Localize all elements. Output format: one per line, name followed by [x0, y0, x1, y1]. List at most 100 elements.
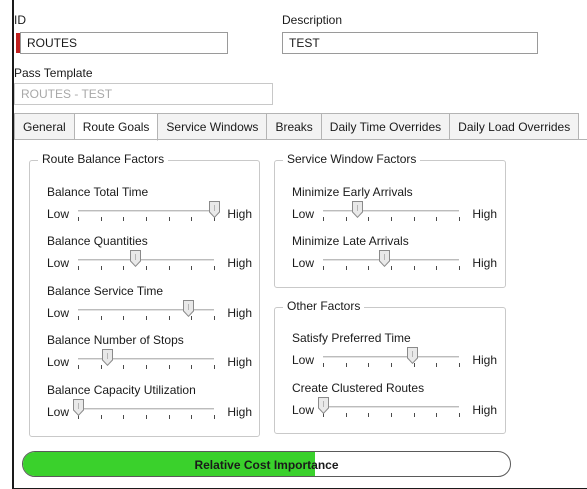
slider-tick: [123, 266, 124, 270]
slider-balance-service-time[interactable]: Balance Service Time Low High: [47, 284, 252, 326]
slider-low-label: Low: [47, 355, 70, 369]
slider-tick: [391, 266, 392, 270]
slider-track[interactable]: [78, 210, 214, 212]
tab-service-windows[interactable]: Service Windows: [158, 113, 268, 140]
slider-tick: [368, 363, 369, 367]
slider-balance-total-time[interactable]: Balance Total Time Low High: [47, 185, 252, 227]
slider-tick: [101, 217, 102, 221]
slider-minimize-early-arrivals[interactable]: Minimize Early Arrivals Low High: [292, 185, 497, 227]
slider-tick: [191, 266, 192, 270]
slider-thumb[interactable]: [378, 250, 390, 267]
pass-template-field[interactable]: ROUTES - TEST: [14, 83, 273, 105]
slider-tick: [123, 365, 124, 369]
slider-tick: [391, 363, 392, 367]
slider-tick: [101, 316, 102, 320]
relative-cost-label: Relative Cost Importance: [194, 458, 339, 472]
slider-tick: [436, 413, 437, 417]
relative-cost-bar[interactable]: Relative Cost Importance: [22, 451, 511, 477]
tab-bar: General Route Goals Service Windows Brea…: [14, 113, 580, 141]
slider-low-label: Low: [292, 207, 315, 221]
slider-tick: [459, 217, 460, 221]
slider-tick: [191, 415, 192, 419]
slider-label: Minimize Early Arrivals: [292, 185, 413, 199]
slider-balance-quantities[interactable]: Balance Quantities Low High: [47, 234, 252, 276]
slider-low-label: Low: [292, 403, 315, 417]
slider-tick: [146, 266, 147, 270]
slider-tick: [214, 316, 215, 320]
slider-high-label: High: [472, 353, 497, 367]
slider-tick: [459, 413, 460, 417]
slider-tick: [146, 415, 147, 419]
route-balance-title: Route Balance Factors: [38, 152, 169, 166]
slider-tick: [78, 316, 79, 320]
slider-tick: [368, 413, 369, 417]
slider-tick: [146, 316, 147, 320]
slider-thumb[interactable]: [407, 347, 419, 364]
pass-template-label: Pass Template: [14, 66, 93, 80]
slider-thumb[interactable]: [72, 399, 84, 416]
slider-tick: [101, 415, 102, 419]
slider-track[interactable]: [323, 259, 459, 261]
tab-general[interactable]: General: [14, 113, 75, 140]
slider-tick: [169, 365, 170, 369]
slider-thumb[interactable]: [351, 201, 363, 218]
slider-track[interactable]: [78, 259, 214, 261]
service-window-title: Service Window Factors: [283, 152, 421, 166]
slider-tick: [123, 415, 124, 419]
slider-tick: [391, 413, 392, 417]
slider-minimize-late-arrivals[interactable]: Minimize Late Arrivals Low High: [292, 234, 497, 276]
slider-low-label: Low: [47, 256, 70, 270]
slider-tick: [368, 266, 369, 270]
slider-tick: [459, 266, 460, 270]
slider-tick: [368, 217, 369, 221]
slider-tick: [391, 217, 392, 221]
tab-daily-load-overrides[interactable]: Daily Load Overrides: [450, 113, 580, 140]
slider-high-label: High: [472, 403, 497, 417]
slider-label: Balance Service Time: [47, 284, 164, 298]
slider-thumb[interactable]: [208, 201, 220, 218]
slider-label: Balance Number of Stops: [47, 333, 184, 347]
slider-track[interactable]: [78, 358, 214, 360]
slider-satisfy-preferred-time[interactable]: Satisfy Preferred Time Low High: [292, 331, 497, 373]
slider-tick: [346, 413, 347, 417]
slider-balance-capacity-utilization[interactable]: Balance Capacity Utilization Low High: [47, 383, 252, 425]
slider-tick: [169, 266, 170, 270]
slider-high-label: High: [472, 256, 497, 270]
slider-low-label: Low: [47, 207, 70, 221]
slider-tick: [169, 415, 170, 419]
id-label: ID: [14, 13, 26, 27]
tab-breaks[interactable]: Breaks: [267, 113, 322, 140]
slider-tick: [214, 266, 215, 270]
slider-balance-number-of-stops[interactable]: Balance Number of Stops Low High: [47, 333, 252, 375]
slider-thumb[interactable]: [317, 397, 329, 414]
slider-tick: [78, 217, 79, 221]
slider-label: Balance Total Time: [47, 185, 149, 199]
slider-tick: [346, 217, 347, 221]
slider-track[interactable]: [78, 408, 214, 410]
slider-tick: [214, 415, 215, 419]
slider-tick: [123, 217, 124, 221]
slider-thumb[interactable]: [102, 349, 114, 366]
slider-tick: [169, 316, 170, 320]
slider-low-label: Low: [292, 256, 315, 270]
slider-tick: [436, 363, 437, 367]
slider-tick: [323, 363, 324, 367]
slider-tick: [436, 266, 437, 270]
slider-track[interactable]: [323, 356, 459, 358]
slider-thumb[interactable]: [182, 300, 194, 317]
slider-tick: [78, 266, 79, 270]
slider-label: Satisfy Preferred Time: [292, 331, 411, 345]
slider-tick: [459, 363, 460, 367]
slider-track[interactable]: [323, 406, 459, 408]
slider-create-clustered-routes[interactable]: Create Clustered Routes Low High: [292, 381, 497, 423]
slider-tick: [78, 365, 79, 369]
slider-label: Create Clustered Routes: [292, 381, 425, 395]
slider-track[interactable]: [323, 210, 459, 212]
slider-high-label: High: [227, 256, 252, 270]
tab-route-goals[interactable]: Route Goals: [74, 113, 159, 141]
tab-daily-time-overrides[interactable]: Daily Time Overrides: [321, 113, 451, 140]
id-field[interactable]: ROUTES: [20, 32, 228, 54]
slider-thumb[interactable]: [129, 250, 141, 267]
slider-tick: [123, 316, 124, 320]
description-field[interactable]: TEST: [282, 32, 538, 54]
